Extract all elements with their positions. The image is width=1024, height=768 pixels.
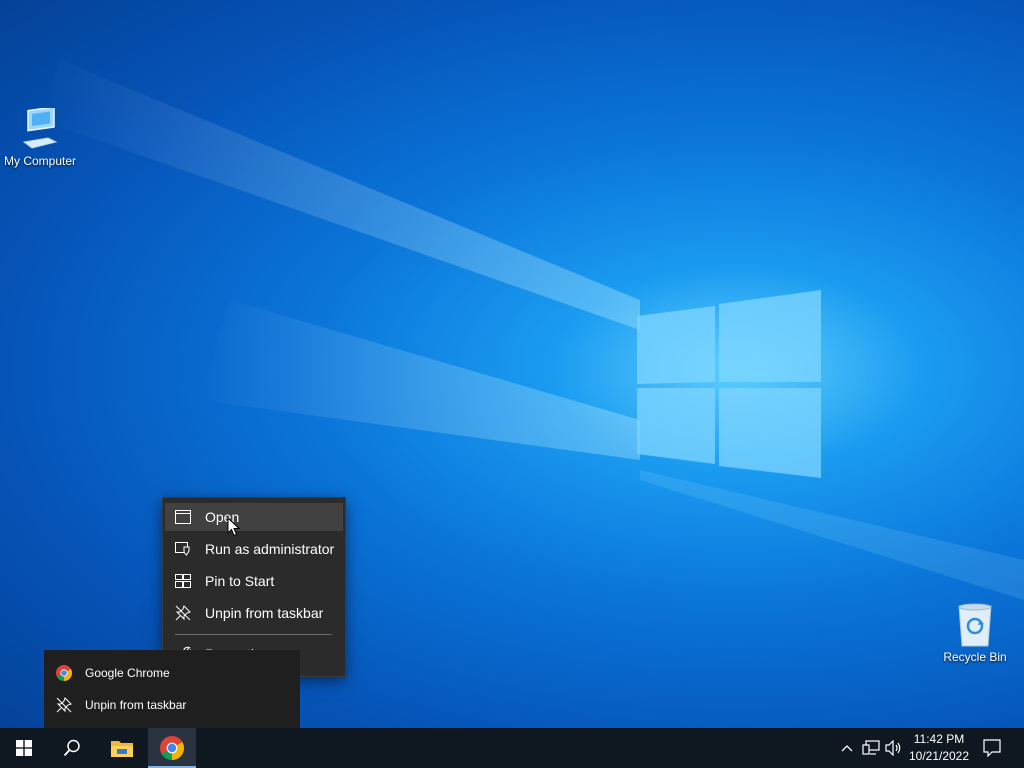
window-icon	[175, 509, 191, 525]
desktop-icon-label: Recycle Bin	[943, 650, 1007, 664]
menu-item-label: Unpin from taskbar	[205, 605, 324, 621]
recycle-bin-icon	[958, 603, 992, 647]
menu-item-pin-to-start[interactable]: Pin to Start	[165, 567, 343, 595]
menu-item-open[interactable]: Open	[165, 503, 343, 531]
file-explorer-button[interactable]	[98, 728, 146, 768]
pin-to-start-icon	[175, 573, 191, 589]
jump-item-label: Google Chrome	[85, 666, 170, 680]
chrome-icon	[160, 736, 184, 760]
network-button[interactable]	[860, 728, 882, 768]
clock[interactable]: 11:42 PM 10/21/2022	[904, 731, 974, 765]
taskbar: 11:42 PM 10/21/2022	[0, 728, 1024, 768]
search-icon	[63, 739, 80, 757]
unpin-icon	[175, 605, 191, 621]
action-center-button[interactable]	[980, 728, 1004, 768]
menu-separator	[175, 634, 332, 635]
network-icon	[862, 740, 880, 755]
unpin-icon	[56, 697, 72, 713]
mouse-cursor-icon	[227, 517, 241, 537]
volume-icon	[885, 740, 901, 756]
chevron-up-icon	[841, 745, 853, 752]
search-button[interactable]	[48, 728, 96, 768]
show-hidden-icons-button[interactable]	[838, 728, 856, 768]
file-explorer-icon	[111, 741, 133, 757]
computer-icon	[22, 108, 58, 149]
volume-button[interactable]	[884, 728, 904, 768]
clock-date: 10/21/2022	[908, 749, 970, 763]
notification-icon	[983, 739, 1001, 757]
jump-item-label: Unpin from taskbar	[85, 698, 187, 712]
start-icon	[16, 740, 32, 756]
desktop-icon-label: My Computer	[3, 154, 77, 168]
menu-item-label: Pin to Start	[205, 573, 275, 589]
chrome-icon	[56, 665, 72, 681]
desktop-icon-my-computer[interactable]: My Computer	[0, 108, 80, 168]
shield-icon	[175, 541, 191, 557]
menu-item-run-as-administrator[interactable]: Run as administrator	[165, 535, 343, 563]
desktop-icon-recycle-bin[interactable]: Recycle Bin	[935, 602, 1015, 664]
clock-time: 11:42 PM	[913, 732, 965, 746]
wallpaper-light-beams	[40, 60, 1024, 600]
menu-item-unpin-from-taskbar[interactable]: Unpin from taskbar	[165, 599, 343, 627]
jump-item-google-chrome[interactable]: Google Chrome	[44, 659, 300, 687]
jump-item-unpin-from-taskbar[interactable]: Unpin from taskbar	[44, 691, 300, 719]
start-button[interactable]	[0, 728, 48, 768]
chrome-taskbar-button[interactable]	[148, 728, 196, 768]
taskbar-jump-list: Google Chrome Unpin from taskbar	[44, 650, 300, 728]
menu-item-label: Run as administrator	[205, 541, 335, 557]
